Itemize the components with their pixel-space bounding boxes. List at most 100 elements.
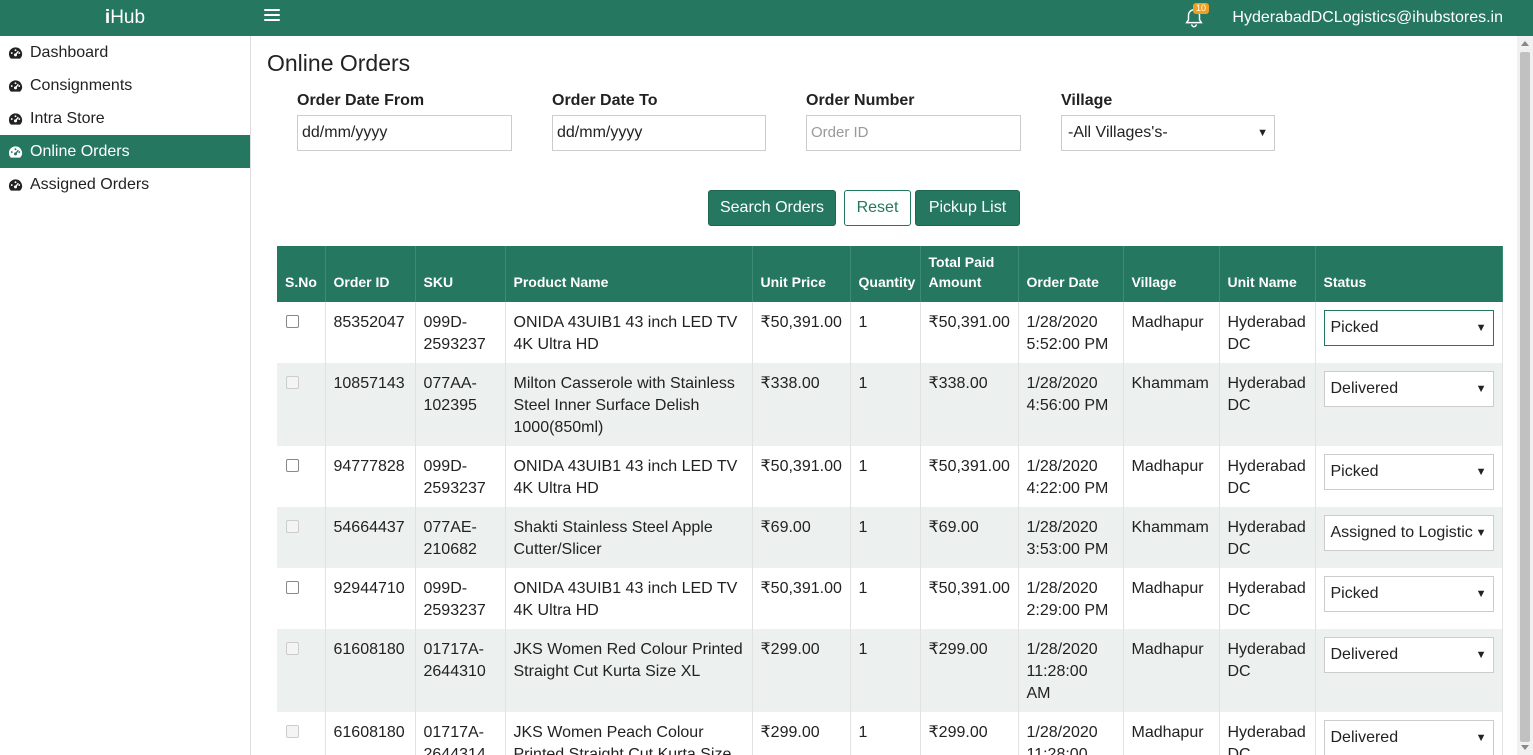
scroll-down-icon[interactable] [1521, 745, 1529, 750]
sidebar-item-assigned-orders[interactable]: Assigned Orders [0, 168, 250, 201]
cell-date: 1/28/2020 [1026, 314, 1098, 331]
cell-unit-line2: DC [1227, 663, 1251, 680]
scrollbar-thumb[interactable] [1520, 52, 1530, 742]
col-header-village[interactable]: Village [1123, 246, 1220, 302]
chevron-down-icon: ▼ [1475, 322, 1487, 334]
col-header-quantity[interactable]: Quantity [850, 246, 921, 302]
cell-status: Delivered ▼ [1315, 712, 1503, 755]
menu-toggle-icon[interactable] [264, 9, 280, 25]
cell-unit-name: Hyderabad DC [1219, 302, 1316, 363]
cell-date: 1/28/2020 [1026, 458, 1098, 475]
top-navbar: iHub 10 HyderabadDCLogistics@ihubstores.… [0, 0, 1533, 36]
cell-sku: 01717A- 2644314 [415, 712, 506, 755]
sidebar-item-dashboard[interactable]: Dashboard [0, 36, 250, 69]
order-number-input[interactable]: Order ID [806, 115, 1021, 151]
status-select[interactable]: Delivered ▼ [1323, 371, 1494, 407]
cell-village: Madhapur [1123, 712, 1220, 755]
col-header-order-id[interactable]: Order ID [325, 246, 416, 302]
cell-unit-price: ₹299.00 [752, 629, 851, 712]
col-header-order-date[interactable]: Order Date [1018, 246, 1124, 302]
table-row: 10857143 077AA- 102395 Milton Casserole wit… [277, 363, 1503, 446]
cell-order-id: 61608180 [325, 712, 416, 755]
status-select[interactable]: Assigned to Logistic ▼ [1323, 515, 1494, 551]
row-checkbox [286, 642, 299, 655]
search-orders-button[interactable]: Search Orders [708, 190, 836, 226]
chevron-down-icon: ▼ [1475, 527, 1487, 539]
village-select[interactable]: -All Villages's- ▼ [1061, 115, 1275, 151]
col-header-total-paid[interactable]: Total Paid Amount [920, 246, 1019, 302]
cell-order-id: 85352047 [325, 302, 416, 363]
cell-unit-line1: Hyderabad [1227, 641, 1306, 658]
col-header-unit-name[interactable]: Unit Name [1219, 246, 1316, 302]
cell-total-paid: ₹69.00 [920, 507, 1019, 568]
cell-product-name: Milton Casserole with Stainless Steel In… [505, 363, 753, 446]
status-select[interactable]: Delivered ▼ [1323, 720, 1494, 755]
cell-unit-line1: Hyderabad [1227, 724, 1306, 741]
date-from-input[interactable]: dd/mm/yyyy [297, 115, 512, 151]
cell-unit-name: Hyderabad DC [1219, 712, 1316, 755]
notification-count-badge: 10 [1193, 3, 1210, 14]
cell-unit-name: Hyderabad DC [1219, 629, 1316, 712]
cell-time: 4:22:00 PM [1026, 480, 1109, 497]
scroll-up-icon[interactable] [1521, 41, 1529, 46]
row-checkbox[interactable] [286, 581, 299, 594]
cell-quantity: 1 [850, 446, 921, 507]
col-header-product-name[interactable]: Product Name [505, 246, 753, 302]
table-row: 61608180 01717A- 2644314 JKS Women Peach Co… [277, 712, 1503, 755]
row-checkbox[interactable] [286, 459, 299, 472]
row-checkbox [286, 520, 299, 533]
col-header-sku[interactable]: SKU [415, 246, 506, 302]
cell-select [277, 446, 326, 507]
table-row: 94777828 099D- 2593237 ONIDA 43UIB1 43 inch… [277, 446, 1503, 507]
status-select[interactable]: Delivered ▼ [1323, 637, 1494, 673]
status-select[interactable]: Picked ▼ [1323, 576, 1494, 612]
cell-unit-line2: DC [1227, 746, 1251, 755]
col-header-total-paid-line2: Amount [928, 274, 982, 290]
status-select[interactable]: Picked ▼ [1323, 454, 1494, 490]
col-header-unit-price[interactable]: Unit Price [752, 246, 851, 302]
cell-status: Delivered ▼ [1315, 629, 1503, 712]
chevron-down-icon: ▼ [1475, 649, 1487, 661]
cell-quantity: 1 [850, 302, 921, 363]
date-to-input[interactable]: dd/mm/yyyy [552, 115, 766, 151]
sidebar-item-label: Intra Store [30, 110, 105, 127]
cell-quantity: 1 [850, 568, 921, 629]
sidebar-item-online-orders[interactable]: Online Orders [0, 135, 250, 168]
cell-status: Picked ▼ [1315, 568, 1503, 629]
cell-order-id: 54664437 [325, 507, 416, 568]
cell-product-name: JKS Women Red Colour Printed Straight Cu… [505, 629, 753, 712]
cell-sku-line1: 099D- [423, 458, 468, 475]
reset-button[interactable]: Reset [844, 190, 911, 226]
status-select[interactable]: Picked ▼ [1323, 310, 1494, 346]
cell-unit-price: ₹50,391.00 [752, 302, 851, 363]
cell-sku: 077AA- 102395 [415, 363, 506, 446]
chevron-down-icon: ▼ [1475, 383, 1487, 395]
pickup-list-button[interactable]: Pickup List [915, 190, 1020, 226]
cell-sku-line2: 2644314 [423, 746, 486, 755]
dashboard-icon [8, 145, 23, 158]
cell-date: 1/28/2020 [1026, 641, 1098, 658]
page-scrollbar[interactable] [1517, 36, 1533, 755]
cell-product-name: ONIDA 43UIB1 43 inch LED TV 4K Ultra HD [505, 446, 753, 507]
cell-time: 11:28:00 AM [1026, 663, 1088, 702]
sidebar-item-consignments[interactable]: Consignments [0, 69, 250, 102]
cell-select [277, 568, 326, 629]
col-header-status[interactable]: Status [1315, 246, 1503, 302]
cell-sku: 077AE- 210682 [415, 507, 506, 568]
col-header-sno[interactable]: S.No [277, 246, 326, 302]
cell-total-paid: ₹50,391.00 [920, 302, 1019, 363]
user-email[interactable]: HyderabadDCLogistics@ihubstores.in [1232, 0, 1503, 36]
cell-unit-line1: Hyderabad [1227, 314, 1306, 331]
cell-product-name: JKS Women Peach Colour Printed Straight … [505, 712, 753, 755]
table-row: 54664437 077AE- 210682 Shakti Stainless Ste… [277, 507, 1503, 568]
brand-logo[interactable]: iHub [0, 0, 250, 36]
row-checkbox[interactable] [286, 315, 299, 328]
cell-sku-line2: 2593237 [423, 602, 486, 619]
cell-order-date: 1/28/2020 2:29:00 PM [1018, 568, 1124, 629]
cell-select [277, 507, 326, 568]
date-from-label: Order Date From [297, 92, 425, 109]
cell-sku: 01717A- 2644310 [415, 629, 506, 712]
sidebar-item-intra-store[interactable]: Intra Store [0, 102, 250, 135]
orders-table: S.No Order ID SKU Product Name Unit Pric… [277, 246, 1503, 755]
cell-sku: 099D- 2593237 [415, 568, 506, 629]
